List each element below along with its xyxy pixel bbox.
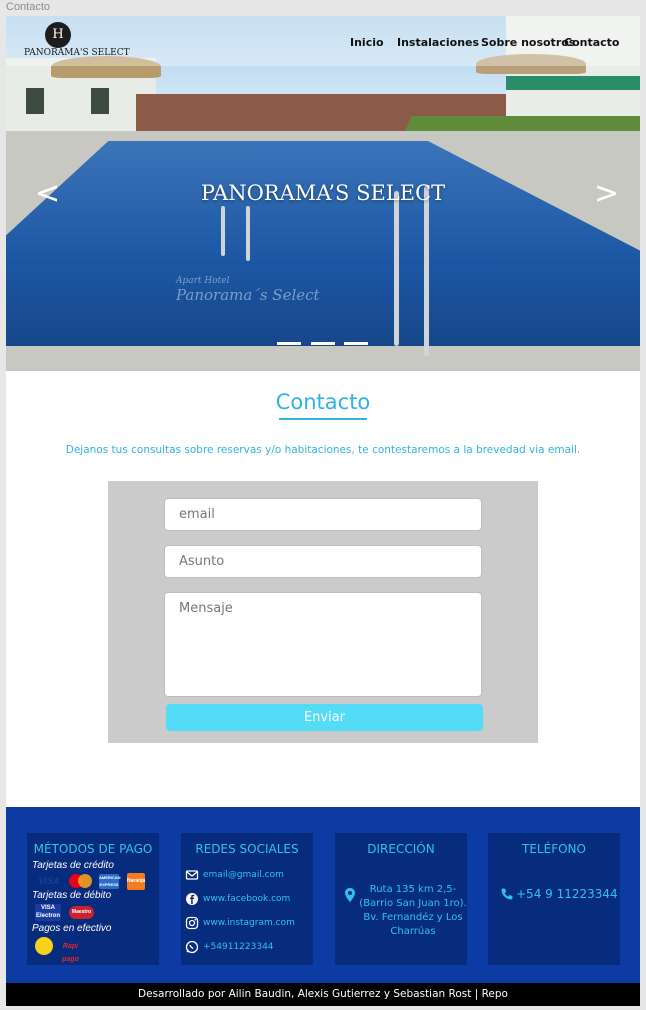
whatsapp-link[interactable]: +54911223344 [203,940,274,954]
logo-monogram: H [45,22,71,48]
pool-ladder-rail [424,186,429,356]
carousel-indicator[interactable] [277,342,301,345]
phone-card: TELÉFONO +54 9 11223344 [488,833,620,965]
carousel-indicator[interactable] [344,342,368,345]
map-pin-icon [345,888,355,902]
address-card: DIRECCIÓN Ruta 135 km 2,5- (Barrio San J… [335,833,467,965]
nav-item-contacto[interactable]: Contacto [564,36,619,49]
phone-title: TELÉFONO [522,842,586,856]
cash-label: Pagos en efectivo [32,923,112,934]
whatsapp-icon [185,940,199,954]
envelope-icon [185,870,199,880]
pool-sign-main: Panorama´s Select [176,286,320,304]
window-title: Contacto [6,1,51,13]
instagram-icon [185,916,199,930]
address-text: Ruta 135 km 2,5- (Barrio San Juan 1ro). … [359,884,467,937]
pool-ladder-rail [246,206,250,261]
address-title: DIRECCIÓN [367,842,435,856]
title-underline [279,418,367,420]
contact-title: Contacto [275,390,371,414]
page: Apart Hotel Panorama´s Select H PANORAMA… [6,16,640,1006]
pago-facil-icon [35,937,53,955]
credit-label: Tarjetas de crédito [32,860,114,871]
amex-logo: AMERICAN EXPRESS [99,874,121,889]
building-trim [506,76,640,90]
debit-label: Tarjetas de débito [32,890,112,901]
window-decoration [91,88,109,114]
phone-icon [501,888,513,900]
naranja-logo: Naranja [127,873,145,890]
facebook-link[interactable]: www.facebook.com [203,892,290,906]
nav-item-inicio[interactable]: Inicio [350,36,384,49]
pool-sign: Apart Hotel Panorama´s Select [176,276,320,304]
nav-item-sobre-nosotros[interactable]: Sobre nosotros [481,36,575,49]
email-field[interactable]: email [164,498,482,531]
logo-text: PANORAMA'S SELECT [24,48,130,58]
instagram-link[interactable]: www.instagram.com [203,916,295,930]
visa-logo: VISA [38,876,60,886]
phone-number[interactable]: +54 9 11223344 [516,887,618,901]
pool-ladder-rail [394,191,399,346]
pool-ladder-rail [221,206,225,256]
contact-intro: Dejanos tus consultas sobre reservas y/o… [65,444,581,456]
facebook-icon [186,893,198,905]
credits-bar: Desarrollado por Ailin Baudin, Alexis Gu… [6,983,640,1006]
footer: MÉTODOS DE PAGO Tarjetas de crédito VISA… [6,807,640,983]
visa-electron-logo: VISA Electron [35,904,61,921]
hero-carousel: Apart Hotel Panorama´s Select H PANORAMA… [6,16,640,371]
send-button[interactable]: Enviar [166,704,483,731]
rapipago-logo: Rapi pago [62,943,79,963]
payment-title: MÉTODOS DE PAGO [33,842,153,856]
social-card: REDES SOCIALES email@gmail.com www.faceb… [181,833,313,965]
hero-title: PANORAMA’S SELECT [200,181,446,205]
email-link[interactable]: email@gmail.com [203,868,284,882]
carousel-prev-icon[interactable]: < [35,176,60,211]
pool-sign-small: Apart Hotel [176,276,230,286]
mastercard-logo [69,874,93,888]
maestro-logo: Maestro [69,906,94,919]
nav-item-instalaciones[interactable]: Instalaciones [397,36,479,49]
carousel-indicator[interactable] [311,342,335,345]
contact-form: email Asunto Mensaje Enviar [108,481,538,743]
payment-methods-card: MÉTODOS DE PAGO Tarjetas de crédito VISA… [27,833,159,965]
message-field[interactable]: Mensaje [164,592,482,697]
social-title: REDES SOCIALES [195,842,299,856]
subject-field[interactable]: Asunto [164,545,482,578]
carousel-next-icon[interactable]: > [594,176,619,211]
window-decoration [26,88,44,114]
